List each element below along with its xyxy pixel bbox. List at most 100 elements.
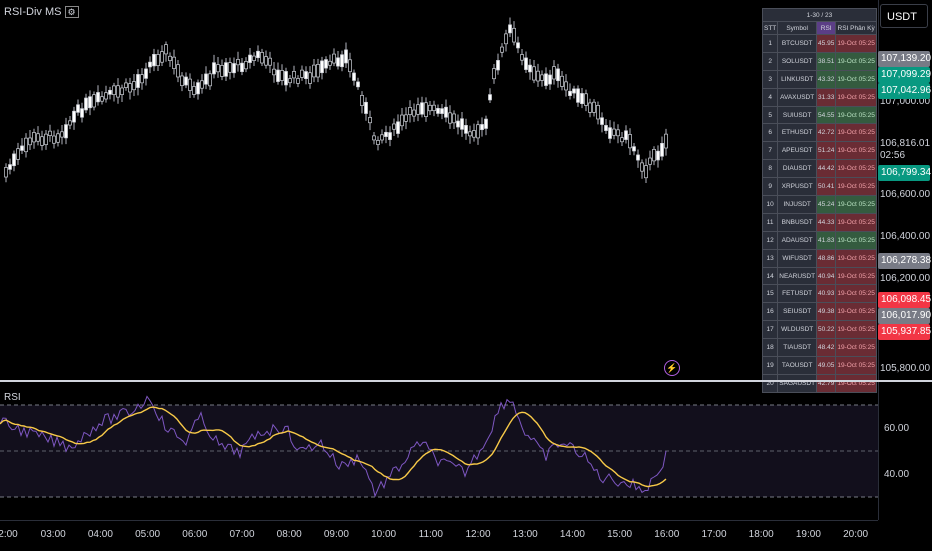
candle-body (108, 89, 112, 95)
candle-body (500, 46, 504, 53)
candle-body (652, 149, 656, 162)
candle-body (496, 60, 500, 71)
row-rsi: 49.38 (816, 302, 837, 322)
table-row[interactable]: 19 TAOUSDT 49.05 19-Oct 05:25 (761, 356, 877, 375)
candle-body (636, 154, 640, 161)
time-label: 03:00 (40, 529, 66, 540)
row-number: 2 (761, 51, 779, 71)
candle-body (664, 133, 668, 149)
candle-body (316, 64, 320, 78)
table-row[interactable]: 13 WIFUSDT 48.86 19-Oct 05:25 (761, 248, 877, 268)
candle-body (12, 153, 16, 167)
candle-body (212, 62, 216, 75)
candle-body (332, 53, 336, 64)
table-row[interactable]: 10 INJUSDT 45.24 19-Oct 05:25 (761, 195, 877, 214)
table-row[interactable]: 1 BTCUSDT 45.95 19-Oct 05:25 (761, 34, 877, 53)
row-divergence: 19-Oct 05:25 (835, 338, 877, 358)
row-symbol: WLDUSDT (777, 320, 818, 340)
candle-body (400, 114, 404, 127)
indicator-title[interactable]: RSI-Div MS ⚙ (4, 6, 79, 18)
price-tick-label: 106,400.00 (880, 231, 931, 242)
candle-body (88, 96, 92, 109)
time-label: 19:00 (795, 529, 821, 540)
candle-body (412, 109, 416, 117)
table-row[interactable]: 14 NEARUSDT 40.94 19-Oct 05:25 (761, 266, 877, 286)
table-row[interactable]: 12 ADAUSDT 41.83 19-Oct 05:25 (761, 230, 877, 250)
table-row[interactable]: 16 SEIUSDT 49.38 19-Oct 05:25 (761, 302, 877, 322)
row-rsi: 41.83 (816, 230, 837, 250)
row-symbol: NEARUSDT (777, 266, 818, 286)
table-row[interactable]: 5 SUIUSDT 54.55 19-Oct 05:25 (761, 105, 877, 125)
candle-body (52, 135, 56, 144)
candle-body (660, 143, 664, 157)
table-row[interactable]: 15 FETUSDT 40.93 19-Oct 05:25 (761, 284, 877, 304)
table-row[interactable]: 18 TIAUSDT 48.42 19-Oct 05:25 (761, 338, 877, 358)
candle-body (308, 72, 312, 84)
row-divergence: 19-Oct 05:25 (835, 212, 877, 232)
rsi-band-background (0, 405, 878, 497)
candle-body (260, 52, 264, 64)
row-rsi: 45.24 (816, 195, 837, 214)
row-divergence: 19-Oct 05:25 (835, 69, 877, 89)
rsi-pane-title[interactable]: RSI (4, 392, 21, 403)
row-number: 18 (761, 338, 779, 358)
row-symbol: TAOUSDT (777, 356, 818, 375)
price-badge: 106,799.34 (878, 165, 931, 181)
price-chart[interactable] (0, 0, 878, 380)
candle-body (484, 118, 488, 129)
rsi-pane[interactable] (0, 382, 878, 520)
candle-body (180, 75, 184, 87)
candle-body (172, 56, 176, 69)
candle-body (264, 56, 268, 66)
candle-body (452, 113, 456, 124)
candle-body (304, 71, 308, 80)
row-number: 16 (761, 302, 779, 322)
table-row[interactable]: 11 BNBUSDT 44.33 19-Oct 05:25 (761, 212, 877, 232)
candle-body (92, 94, 96, 108)
candle-body (268, 57, 272, 66)
candle-body (132, 81, 136, 91)
candle-body (572, 88, 576, 94)
table-row[interactable]: 9 XRPUSDT 50.41 19-Oct 05:25 (761, 177, 877, 197)
candle-body (492, 68, 496, 80)
candle-body (100, 96, 104, 102)
table-page-indicator[interactable]: 1-30 / 23 (762, 8, 877, 22)
candle-body (376, 140, 380, 145)
row-symbol: XRPUSDT (777, 177, 818, 197)
candle-body (140, 74, 144, 84)
candle-body (596, 105, 600, 120)
table-row[interactable]: 8 DIAUSDT 44.42 19-Oct 05:25 (761, 159, 877, 179)
time-label: 09:00 (323, 529, 349, 540)
candle-body (64, 124, 68, 139)
candle-body (344, 49, 348, 64)
table-row[interactable]: 3 LINKUSDT 43.32 19-Oct 05:25 (761, 69, 877, 89)
candle-body (576, 88, 580, 103)
row-rsi: 40.94 (816, 266, 837, 286)
candle-body (420, 102, 424, 115)
table-row[interactable]: 2 SOLUSDT 38.51 19-Oct 05:25 (761, 51, 877, 71)
candle-body (148, 61, 152, 68)
table-row[interactable]: 17 WLDUSDT 50.22 19-Oct 05:25 (761, 320, 877, 340)
row-rsi: 38.51 (816, 51, 837, 71)
candle-body (68, 120, 72, 126)
currency-selector[interactable]: USDT (880, 4, 928, 28)
candle-body (192, 86, 196, 95)
lightning-icon[interactable]: ⚡ (664, 360, 680, 376)
time-label: 04:00 (87, 529, 113, 540)
candle-body (392, 123, 396, 130)
table-row[interactable]: 7 APEUSDT 51.24 19-Oct 05:25 (761, 141, 877, 161)
candle-body (32, 132, 36, 143)
price-badge: 106,017.90 (878, 308, 931, 324)
row-number: 11 (761, 212, 779, 232)
col-header-stt: STT (761, 21, 779, 35)
candle-body (512, 27, 516, 43)
time-label: 15:00 (607, 529, 633, 540)
row-number: 6 (761, 123, 779, 143)
candle-body (152, 54, 156, 67)
table-row[interactable]: 6 ETHUSDT 42.72 19-Oct 05:25 (761, 123, 877, 143)
time-label: 16:00 (654, 529, 680, 540)
time-label: 11:00 (418, 529, 443, 540)
indicator-settings-icon[interactable]: ⚙ (64, 6, 79, 18)
table-row[interactable]: 4 AVAXUSDT 31.33 19-Oct 05:25 (761, 87, 877, 107)
row-symbol: WIFUSDT (777, 248, 818, 268)
